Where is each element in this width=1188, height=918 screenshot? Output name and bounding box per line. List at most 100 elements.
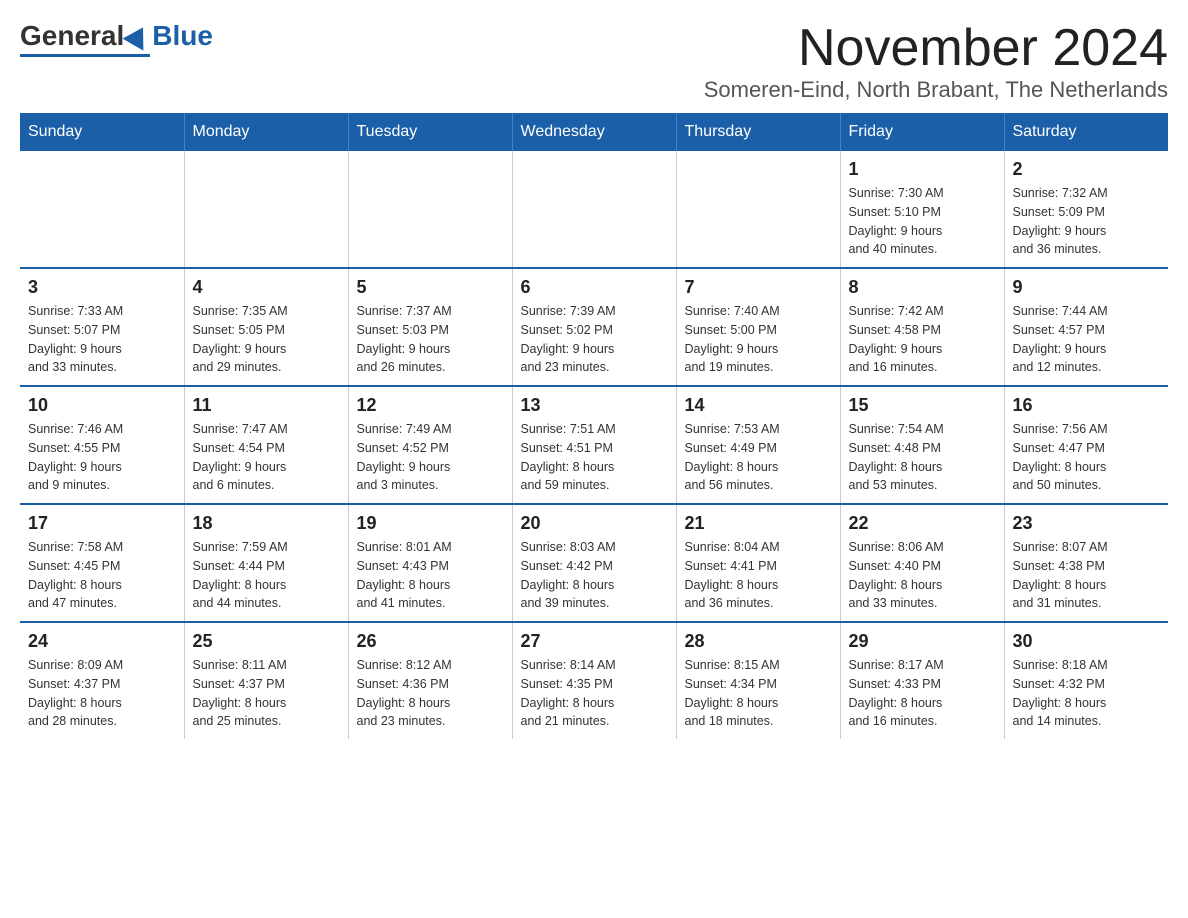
logo-general-text: General xyxy=(20,20,124,52)
day-number: 10 xyxy=(28,395,176,416)
day-info: Sunrise: 8:01 AM Sunset: 4:43 PM Dayligh… xyxy=(357,538,504,613)
day-info: Sunrise: 7:44 AM Sunset: 4:57 PM Dayligh… xyxy=(1013,302,1161,377)
day-number: 14 xyxy=(685,395,832,416)
day-info: Sunrise: 7:40 AM Sunset: 5:00 PM Dayligh… xyxy=(685,302,832,377)
calendar-cell: 13 Sunrise: 7:51 AM Sunset: 4:51 PM Dayli… xyxy=(512,386,676,504)
week-row-1: 1Sunrise: 7:30 AM Sunset: 5:10 PM Daylig… xyxy=(20,151,1168,268)
day-info: Sunrise: 7:53 AM Sunset: 4:49 PM Dayligh… xyxy=(685,420,832,495)
calendar-cell: 3 Sunrise: 7:33 AM Sunset: 5:07 PM Daylig… xyxy=(20,268,184,386)
day-number: 18 xyxy=(193,513,340,534)
calendar-cell: 2 Sunrise: 7:32 AM Sunset: 5:09 PM Daylig… xyxy=(1004,151,1168,268)
calendar-cell: 17 Sunrise: 7:58 AM Sunset: 4:45 PM Dayli… xyxy=(20,504,184,622)
day-number: 19 xyxy=(357,513,504,534)
calendar-table: SundayMondayTuesdayWednesdayThursdayFrid… xyxy=(20,113,1168,739)
day-number: 23 xyxy=(1013,513,1161,534)
day-info: Sunrise: 8:11 AM Sunset: 4:37 PM Dayligh… xyxy=(193,656,340,731)
calendar-cell: 30 Sunrise: 8:18 AM Sunset: 4:32 PM Dayli… xyxy=(1004,622,1168,739)
day-number: 20 xyxy=(521,513,668,534)
day-info: Sunrise: 7:30 AM Sunset: 5:10 PM Dayligh… xyxy=(849,184,996,259)
calendar-cell xyxy=(512,151,676,268)
day-info: Sunrise: 7:42 AM Sunset: 4:58 PM Dayligh… xyxy=(849,302,996,377)
day-number: 6 xyxy=(521,277,668,298)
day-number: 26 xyxy=(357,631,504,652)
weekday-header-wednesday: Wednesday xyxy=(512,113,676,151)
calendar-cell xyxy=(20,151,184,268)
calendar-cell: 8 Sunrise: 7:42 AM Sunset: 4:58 PM Daylig… xyxy=(840,268,1004,386)
calendar-cell: 15 Sunrise: 7:54 AM Sunset: 4:48 PM Dayli… xyxy=(840,386,1004,504)
calendar-cell xyxy=(184,151,348,268)
calendar-cell: 7 Sunrise: 7:40 AM Sunset: 5:00 PM Daylig… xyxy=(676,268,840,386)
day-info: Sunrise: 7:56 AM Sunset: 4:47 PM Dayligh… xyxy=(1013,420,1161,495)
day-number: 21 xyxy=(685,513,832,534)
day-number: 17 xyxy=(28,513,176,534)
day-info: Sunrise: 8:09 AM Sunset: 4:37 PM Dayligh… xyxy=(28,656,176,731)
day-number: 15 xyxy=(849,395,996,416)
day-info: Sunrise: 7:51 AM Sunset: 4:51 PM Dayligh… xyxy=(521,420,668,495)
day-number: 30 xyxy=(1013,631,1161,652)
day-info: Sunrise: 8:15 AM Sunset: 4:34 PM Dayligh… xyxy=(685,656,832,731)
calendar-cell: 14 Sunrise: 7:53 AM Sunset: 4:49 PM Dayli… xyxy=(676,386,840,504)
day-info: Sunrise: 7:47 AM Sunset: 4:54 PM Dayligh… xyxy=(193,420,340,495)
weekday-header-thursday: Thursday xyxy=(676,113,840,151)
day-info: Sunrise: 8:06 AM Sunset: 4:40 PM Dayligh… xyxy=(849,538,996,613)
day-info: Sunrise: 7:46 AM Sunset: 4:55 PM Dayligh… xyxy=(28,420,176,495)
day-info: Sunrise: 8:03 AM Sunset: 4:42 PM Dayligh… xyxy=(521,538,668,613)
day-info: Sunrise: 7:33 AM Sunset: 5:07 PM Dayligh… xyxy=(28,302,176,377)
calendar-cell: 9 Sunrise: 7:44 AM Sunset: 4:57 PM Daylig… xyxy=(1004,268,1168,386)
weekday-header-monday: Monday xyxy=(184,113,348,151)
logo-underline xyxy=(20,54,150,57)
weekday-header-row: SundayMondayTuesdayWednesdayThursdayFrid… xyxy=(20,113,1168,151)
day-number: 25 xyxy=(193,631,340,652)
day-info: Sunrise: 7:35 AM Sunset: 5:05 PM Dayligh… xyxy=(193,302,340,377)
calendar-cell xyxy=(676,151,840,268)
calendar-cell: 22Sunrise: 8:06 AM Sunset: 4:40 PM Dayli… xyxy=(840,504,1004,622)
month-title: November 2024 xyxy=(704,20,1168,77)
calendar-cell: 21Sunrise: 8:04 AM Sunset: 4:41 PM Dayli… xyxy=(676,504,840,622)
calendar-cell: 1Sunrise: 7:30 AM Sunset: 5:10 PM Daylig… xyxy=(840,151,1004,268)
logo-blue-text: Blue xyxy=(152,20,213,52)
weekday-header-saturday: Saturday xyxy=(1004,113,1168,151)
day-number: 5 xyxy=(357,277,504,298)
day-number: 7 xyxy=(685,277,832,298)
calendar-cell: 18 Sunrise: 7:59 AM Sunset: 4:44 PM Dayli… xyxy=(184,504,348,622)
day-number: 29 xyxy=(849,631,996,652)
week-row-5: 24 Sunrise: 8:09 AM Sunset: 4:37 PM Dayli… xyxy=(20,622,1168,739)
day-info: Sunrise: 7:58 AM Sunset: 4:45 PM Dayligh… xyxy=(28,538,176,613)
calendar-cell: 25 Sunrise: 8:11 AM Sunset: 4:37 PM Dayli… xyxy=(184,622,348,739)
week-row-4: 17 Sunrise: 7:58 AM Sunset: 4:45 PM Dayli… xyxy=(20,504,1168,622)
logo: General Blue xyxy=(20,20,213,57)
calendar-cell: 10 Sunrise: 7:46 AM Sunset: 4:55 PM Dayli… xyxy=(20,386,184,504)
day-number: 2 xyxy=(1013,159,1161,180)
day-info: Sunrise: 7:59 AM Sunset: 4:44 PM Dayligh… xyxy=(193,538,340,613)
weekday-header-friday: Friday xyxy=(840,113,1004,151)
day-number: 9 xyxy=(1013,277,1161,298)
day-info: Sunrise: 7:54 AM Sunset: 4:48 PM Dayligh… xyxy=(849,420,996,495)
day-info: Sunrise: 7:39 AM Sunset: 5:02 PM Dayligh… xyxy=(521,302,668,377)
calendar-cell: 11Sunrise: 7:47 AM Sunset: 4:54 PM Dayli… xyxy=(184,386,348,504)
location-title: Someren-Eind, North Brabant, The Netherl… xyxy=(704,77,1168,103)
day-info: Sunrise: 8:07 AM Sunset: 4:38 PM Dayligh… xyxy=(1013,538,1161,613)
day-number: 16 xyxy=(1013,395,1161,416)
calendar-cell: 27Sunrise: 8:14 AM Sunset: 4:35 PM Dayli… xyxy=(512,622,676,739)
week-row-3: 10 Sunrise: 7:46 AM Sunset: 4:55 PM Dayli… xyxy=(20,386,1168,504)
logo-triangle-icon xyxy=(123,21,154,50)
day-number: 28 xyxy=(685,631,832,652)
title-area: November 2024 Someren-Eind, North Braban… xyxy=(704,20,1168,103)
weekday-header-sunday: Sunday xyxy=(20,113,184,151)
calendar-cell: 26Sunrise: 8:12 AM Sunset: 4:36 PM Dayli… xyxy=(348,622,512,739)
day-number: 8 xyxy=(849,277,996,298)
day-number: 4 xyxy=(193,277,340,298)
day-info: Sunrise: 7:49 AM Sunset: 4:52 PM Dayligh… xyxy=(357,420,504,495)
day-info: Sunrise: 7:32 AM Sunset: 5:09 PM Dayligh… xyxy=(1013,184,1161,259)
day-info: Sunrise: 8:18 AM Sunset: 4:32 PM Dayligh… xyxy=(1013,656,1161,731)
day-info: Sunrise: 8:17 AM Sunset: 4:33 PM Dayligh… xyxy=(849,656,996,731)
day-number: 13 xyxy=(521,395,668,416)
logo-text: General Blue xyxy=(20,20,213,52)
weekday-header-tuesday: Tuesday xyxy=(348,113,512,151)
day-number: 24 xyxy=(28,631,176,652)
day-info: Sunrise: 7:37 AM Sunset: 5:03 PM Dayligh… xyxy=(357,302,504,377)
calendar-cell: 23 Sunrise: 8:07 AM Sunset: 4:38 PM Dayli… xyxy=(1004,504,1168,622)
day-number: 3 xyxy=(28,277,176,298)
calendar-cell: 5 Sunrise: 7:37 AM Sunset: 5:03 PM Daylig… xyxy=(348,268,512,386)
calendar-cell: 16 Sunrise: 7:56 AM Sunset: 4:47 PM Dayli… xyxy=(1004,386,1168,504)
